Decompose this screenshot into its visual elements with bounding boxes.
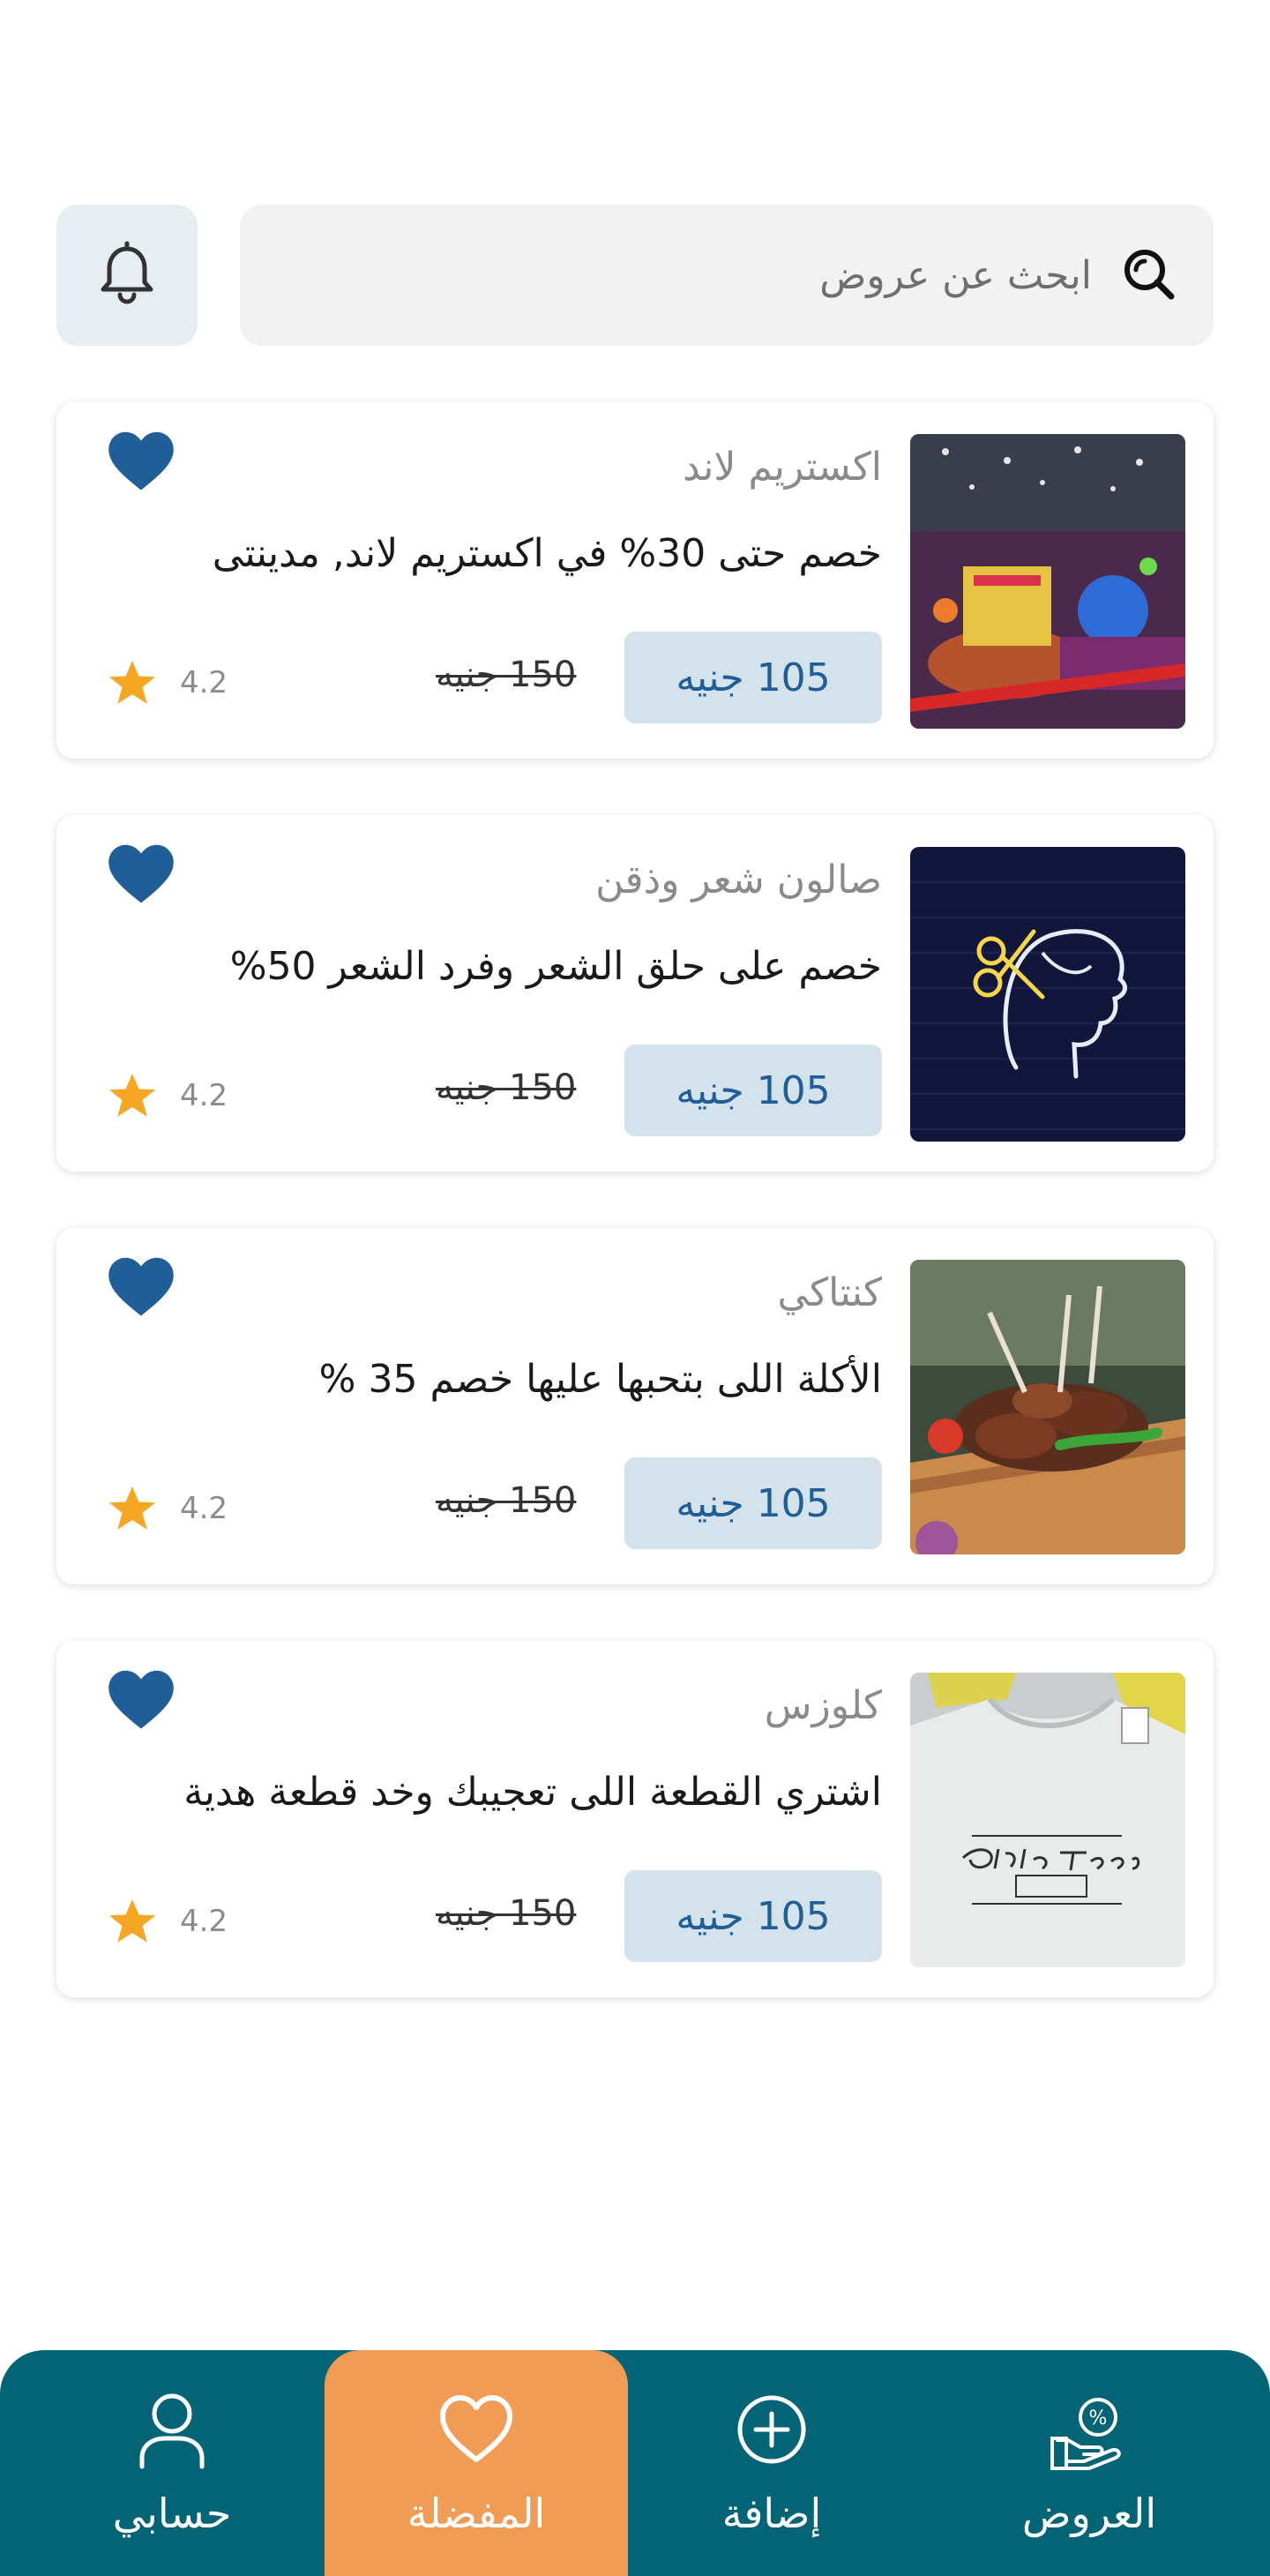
nav-label-offers: العروض — [1021, 2490, 1157, 2537]
nav-item-offers[interactable]: % العروض — [988, 2350, 1191, 2576]
nav-item-add[interactable]: إضافة — [670, 2350, 873, 2576]
search-icon[interactable] — [1118, 243, 1182, 307]
offer-card[interactable]: اكستريم لاند خصم حتى 30% في اكستريم لاند… — [56, 402, 1214, 759]
offer-merchant: اكستريم لاند — [683, 445, 882, 490]
favorite-heart-icon[interactable] — [104, 1251, 178, 1325]
bottom-nav: % العروض إضافة المفضلة حسابي — [0, 2350, 1270, 2576]
star-icon — [106, 1482, 159, 1535]
plus-circle-icon — [731, 2389, 812, 2490]
star-icon — [106, 1069, 159, 1122]
offer-merchant: كلوزس — [764, 1683, 882, 1728]
favorite-heart-icon[interactable] — [104, 838, 178, 912]
favorite-heart-icon[interactable] — [104, 1664, 178, 1738]
old-price: 150 جنيه — [436, 1067, 577, 1108]
offer-image — [910, 434, 1185, 729]
nav-label-add: إضافة — [721, 2490, 822, 2537]
offer-list: اكستريم لاند خصم حتى 30% في اكستريم لاند… — [56, 402, 1214, 2054]
search-bar[interactable]: ابحث عن عروض — [240, 205, 1214, 346]
nav-item-favorites[interactable]: المفضلة — [325, 2350, 628, 2576]
star-icon — [106, 1895, 159, 1948]
nav-label-account: حسابي — [112, 2490, 232, 2537]
offer-card[interactable]: صالون شعر وذقن خصم على حلق الشعر وفرد ال… — [56, 815, 1214, 1172]
star-icon — [106, 656, 159, 709]
old-price: 150 جنيه — [436, 655, 577, 695]
rating: 4.2 — [106, 1069, 228, 1122]
nav-label-favorites: المفضلة — [407, 2490, 546, 2537]
rating: 4.2 — [106, 656, 228, 709]
offer-card[interactable]: كنتاكي الأكلة اللى بتحبها عليها خصم 35 %… — [56, 1228, 1214, 1584]
rating: 4.2 — [106, 1895, 228, 1948]
offer-title: خصم حتى 30% في اكستريم لاند, مدينتى — [212, 531, 882, 576]
new-price-chip: 105 جنيه — [624, 1870, 882, 1962]
offers-hand-percent-icon: % — [1049, 2389, 1130, 2490]
search-input[interactable]: ابحث عن عروض — [819, 253, 1092, 298]
nav-item-account[interactable]: حسابي — [71, 2350, 273, 2576]
new-price-chip: 105 جنيه — [624, 1457, 882, 1549]
offer-image — [910, 1673, 1185, 1967]
new-price-chip: 105 جنيه — [624, 1045, 882, 1136]
old-price: 150 جنيه — [436, 1480, 577, 1521]
bell-icon — [92, 238, 162, 312]
favorite-heart-icon[interactable] — [104, 425, 178, 499]
rating-value: 4.2 — [180, 1491, 228, 1526]
offer-card[interactable]: كلوزس اشتري القطعة اللى تعجيبك وخد قطعة … — [56, 1641, 1214, 1997]
rating: 4.2 — [106, 1482, 228, 1535]
rating-value: 4.2 — [180, 1078, 228, 1113]
new-price-chip: 105 جنيه — [624, 632, 882, 723]
offer-title: الأكلة اللى بتحبها عليها خصم 35 % — [318, 1357, 882, 1402]
rating-value: 4.2 — [180, 1904, 228, 1939]
svg-text:%: % — [1089, 2408, 1108, 2430]
offer-title: خصم على حلق الشعر وفرد الشعر 50% — [229, 944, 882, 989]
offer-image — [910, 1260, 1185, 1554]
offer-merchant: صالون شعر وذقن — [595, 857, 882, 902]
offer-title: اشتري القطعة اللى تعجيبك وخد قطعة هدية — [183, 1770, 882, 1815]
rating-value: 4.2 — [180, 665, 228, 700]
notifications-button[interactable] — [56, 205, 198, 346]
old-price: 150 جنيه — [436, 1893, 577, 1934]
offer-merchant: كنتاكي — [777, 1270, 882, 1315]
offer-image — [910, 847, 1185, 1142]
heart-icon — [436, 2389, 517, 2490]
user-icon — [131, 2389, 213, 2490]
